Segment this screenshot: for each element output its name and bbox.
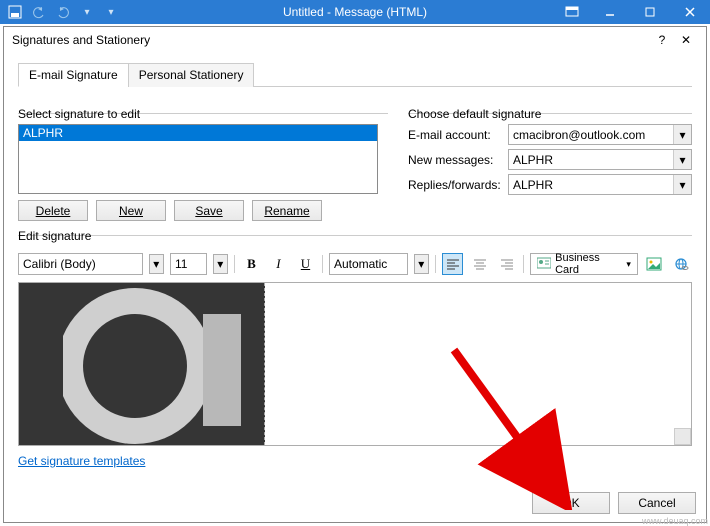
- new-messages-label: New messages:: [408, 153, 508, 167]
- font-size-select[interactable]: 11: [170, 253, 207, 275]
- separator: [523, 255, 524, 273]
- align-center-button[interactable]: [469, 253, 490, 275]
- scroll-corner[interactable]: [674, 428, 691, 445]
- cancel-button[interactable]: Cancel: [618, 492, 696, 514]
- italic-button[interactable]: I: [268, 253, 289, 275]
- save-icon[interactable]: [6, 3, 24, 21]
- rename-button[interactable]: Rename: [252, 200, 322, 221]
- select-signature-group: Select signature to edit ALPHR Delete Ne…: [18, 107, 388, 221]
- align-right-button[interactable]: [496, 253, 517, 275]
- undo-icon[interactable]: [30, 3, 48, 21]
- btn-label: Business Card: [555, 252, 622, 276]
- group-legend: Select signature to edit: [18, 107, 146, 121]
- edit-toolbar: Calibri (Body) ▾ 11 ▾ B I U Automatic ▾: [18, 252, 692, 276]
- dialog-title-bar: Signatures and Stationery ? ✕: [4, 27, 706, 53]
- business-card-button[interactable]: Business Card ▾: [530, 253, 638, 275]
- select-value: ALPHR: [513, 178, 553, 192]
- select-value: 11: [175, 257, 187, 271]
- replies-forwards-label: Replies/forwards:: [408, 178, 508, 192]
- email-account-label: E-mail account:: [408, 128, 508, 142]
- signatures-dialog: Signatures and Stationery ? ✕ E-mail Sig…: [3, 26, 707, 523]
- ribbon-display-icon[interactable]: [554, 0, 590, 24]
- btn-label: Save: [195, 204, 222, 218]
- btn-label: Delete: [36, 204, 71, 218]
- delete-button[interactable]: Delete: [18, 200, 88, 221]
- edit-signature-group: Edit signature Calibri (Body) ▾ 11 ▾ B I…: [18, 229, 692, 446]
- font-family-select[interactable]: Calibri (Body): [18, 253, 143, 275]
- tab-strip: E-mail Signature Personal Stationery: [18, 63, 692, 87]
- tab-label: E-mail Signature: [29, 68, 118, 82]
- insert-picture-button[interactable]: [644, 253, 665, 275]
- chevron-down-icon[interactable]: ▾: [673, 175, 691, 194]
- chevron-down-icon[interactable]: ▾: [149, 254, 164, 274]
- new-button[interactable]: New: [96, 200, 166, 221]
- ok-button[interactable]: OK: [532, 492, 610, 514]
- app-title-bar: ▾ ▾ Untitled - Message (HTML): [0, 0, 710, 24]
- select-value: Automatic: [334, 257, 387, 271]
- tab-label: Personal Stationery: [139, 68, 244, 82]
- underline-button[interactable]: U: [295, 253, 316, 275]
- chevron-down-icon[interactable]: ▾: [213, 254, 228, 274]
- dialog-title: Signatures and Stationery: [12, 33, 650, 47]
- select-value: cmacibron@outlook.com: [513, 128, 645, 142]
- close-icon[interactable]: ✕: [674, 29, 698, 51]
- font-color-select[interactable]: Automatic: [329, 253, 408, 275]
- close-window-icon[interactable]: [670, 0, 710, 24]
- signature-list-item[interactable]: ALPHR: [19, 125, 377, 141]
- tab-email-signature[interactable]: E-mail Signature: [18, 63, 129, 87]
- signature-text-area[interactable]: [265, 283, 691, 445]
- signature-image-preview: [19, 283, 265, 445]
- qat-chevron-icon[interactable]: ▾: [78, 3, 96, 21]
- save-button[interactable]: Save: [174, 200, 244, 221]
- redo-icon[interactable]: [54, 3, 72, 21]
- bold-button[interactable]: B: [241, 253, 262, 275]
- tab-personal-stationery[interactable]: Personal Stationery: [128, 63, 255, 87]
- select-value: ALPHR: [513, 153, 553, 167]
- get-templates-link[interactable]: Get signature templates: [18, 454, 145, 468]
- chevron-down-icon[interactable]: ▾: [673, 125, 691, 144]
- signature-editor[interactable]: [18, 282, 692, 446]
- help-icon[interactable]: ?: [650, 29, 674, 51]
- separator: [435, 255, 436, 273]
- btn-label: Rename: [264, 204, 309, 218]
- card-icon: [537, 257, 551, 272]
- insert-hyperlink-button[interactable]: [671, 253, 692, 275]
- group-legend: Edit signature: [18, 229, 97, 243]
- separator: [234, 255, 235, 273]
- chevron-down-icon[interactable]: ▾: [673, 150, 691, 169]
- group-legend: Choose default signature: [408, 107, 547, 121]
- chevron-down-icon[interactable]: ▾: [414, 254, 429, 274]
- btn-label: New: [119, 204, 143, 218]
- ribbon-chevron-icon[interactable]: ▾: [102, 3, 120, 21]
- minimize-icon[interactable]: [590, 0, 630, 24]
- align-left-button[interactable]: [442, 253, 463, 275]
- replies-forwards-select[interactable]: ALPHR ▾: [508, 174, 692, 195]
- watermark: www.deuaq.com: [642, 516, 708, 526]
- choose-default-group: Choose default signature E-mail account:…: [408, 107, 692, 199]
- separator: [322, 255, 323, 273]
- email-account-select[interactable]: cmacibron@outlook.com ▾: [508, 124, 692, 145]
- maximize-icon[interactable]: [630, 0, 670, 24]
- new-messages-select[interactable]: ALPHR ▾: [508, 149, 692, 170]
- select-value: Calibri (Body): [23, 257, 96, 271]
- chevron-down-icon[interactable]: ▾: [626, 259, 631, 270]
- signature-listbox[interactable]: ALPHR: [18, 124, 378, 194]
